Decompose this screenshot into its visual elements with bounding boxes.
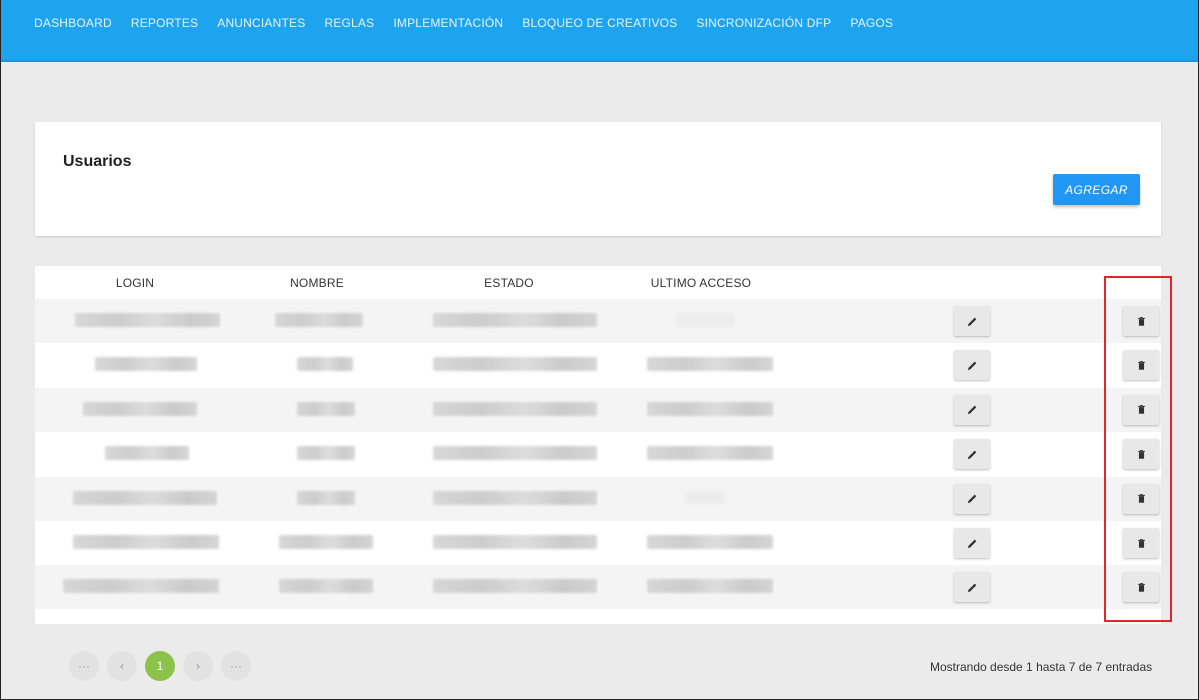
cell-ultimo-acceso [647,357,773,372]
cell-login [83,401,197,416]
delete-user-button[interactable] [1123,394,1159,425]
column-login[interactable]: LOGIN [75,276,195,290]
cell-estado [433,490,597,505]
trash-icon [1137,494,1145,503]
cell-ultimo-acceso [647,535,773,549]
cell-login [75,313,220,327]
cell-login [73,490,217,505]
cell-login [95,357,197,372]
cell-ultimo-acceso [685,490,725,505]
table-row [35,476,1161,521]
nav-bloqueo-creativos[interactable]: BLOQUEO DE CREATIVOS [522,16,677,30]
edit-user-button[interactable] [954,528,990,558]
cell-nombre [279,579,373,594]
edit-user-button[interactable] [954,483,990,514]
pencil-icon [967,539,976,548]
trash-icon [1137,316,1145,326]
users-table: LOGIN NOMBRE ESTADO ULTIMO ACCESO [35,266,1161,624]
pagination-next-button[interactable]: › [183,651,213,681]
cell-login [73,535,219,549]
pencil-icon [967,450,976,459]
cell-estado [433,357,597,372]
page-title: Usuarios [63,153,132,170]
nav-implementacion[interactable]: IMPLEMENTACIÓN [393,16,503,30]
cell-nombre [297,401,355,416]
cell-login [63,579,219,594]
cell-estado [433,535,597,549]
cell-nombre [275,313,363,327]
pagination-first-button[interactable]: ··· [69,651,99,681]
cell-estado [433,579,597,594]
trash-icon [1137,405,1145,415]
pencil-icon [967,583,976,592]
trash-icon [1137,360,1145,370]
entries-info: Mostrando desde 1 hasta 7 de 7 entradas [930,660,1153,674]
nav-sincronizacion-dfp[interactable]: SINCRONIZACIÓN DFP [696,16,831,30]
trash-icon [1137,582,1145,592]
pencil-icon [967,494,976,504]
cell-estado [433,313,597,327]
cell-estado [433,446,597,461]
table-row [35,432,1161,477]
trash-icon [1137,538,1145,548]
pagination-page-1[interactable]: 1 [145,651,175,681]
users-header-card: Usuarios AGREGAR [35,122,1161,236]
edit-user-button[interactable] [954,306,990,336]
nav-dashboard[interactable]: DASHBOARD [34,16,112,30]
delete-user-button[interactable] [1123,483,1159,514]
nav-pagos[interactable]: PAGOS [850,16,893,30]
table-header: LOGIN NOMBRE ESTADO ULTIMO ACCESO [35,266,1161,299]
pagination: ··· ‹ 1 › ··· [69,651,251,681]
delete-user-button[interactable] [1123,572,1159,603]
cell-estado [433,401,597,416]
cell-nombre [279,535,373,549]
cell-ultimo-acceso [647,401,773,416]
pencil-icon [967,317,976,326]
delete-user-button[interactable] [1123,306,1159,336]
edit-user-button[interactable] [954,439,990,470]
table-row [35,343,1161,388]
edit-user-button[interactable] [954,350,990,381]
trash-icon [1137,449,1145,459]
pencil-icon [967,405,976,415]
cell-ultimo-acceso [647,446,773,461]
column-estado[interactable]: ESTADO [449,276,569,290]
cell-nombre [297,446,355,461]
pencil-icon [967,361,976,370]
delete-user-button[interactable] [1123,528,1159,558]
delete-user-button[interactable] [1123,439,1159,470]
table-row [35,299,1161,343]
edit-user-button[interactable] [954,572,990,603]
pagination-prev-button[interactable]: ‹ [107,651,137,681]
cell-nombre [297,490,355,505]
nav-reportes[interactable]: REPORTES [131,16,198,30]
cell-login [105,446,189,461]
cell-nombre [297,357,353,372]
cell-ultimo-acceso [647,579,773,594]
delete-user-button[interactable] [1123,350,1159,381]
add-user-button[interactable]: AGREGAR [1053,174,1140,205]
table-row [35,521,1161,565]
cell-ultimo-acceso [675,313,735,327]
nav-anunciantes[interactable]: ANUNCIANTES [217,16,305,30]
pagination-last-button[interactable]: ··· [221,651,251,681]
column-ultimo-acceso[interactable]: ULTIMO ACCESO [641,276,761,290]
table-row [35,387,1161,432]
top-navbar: DASHBOARD REPORTES ANUNCIANTES REGLAS IM… [1,0,1198,62]
table-row [35,565,1161,610]
column-nombre[interactable]: NOMBRE [257,276,377,290]
edit-user-button[interactable] [954,394,990,425]
nav-reglas[interactable]: REGLAS [324,16,374,30]
